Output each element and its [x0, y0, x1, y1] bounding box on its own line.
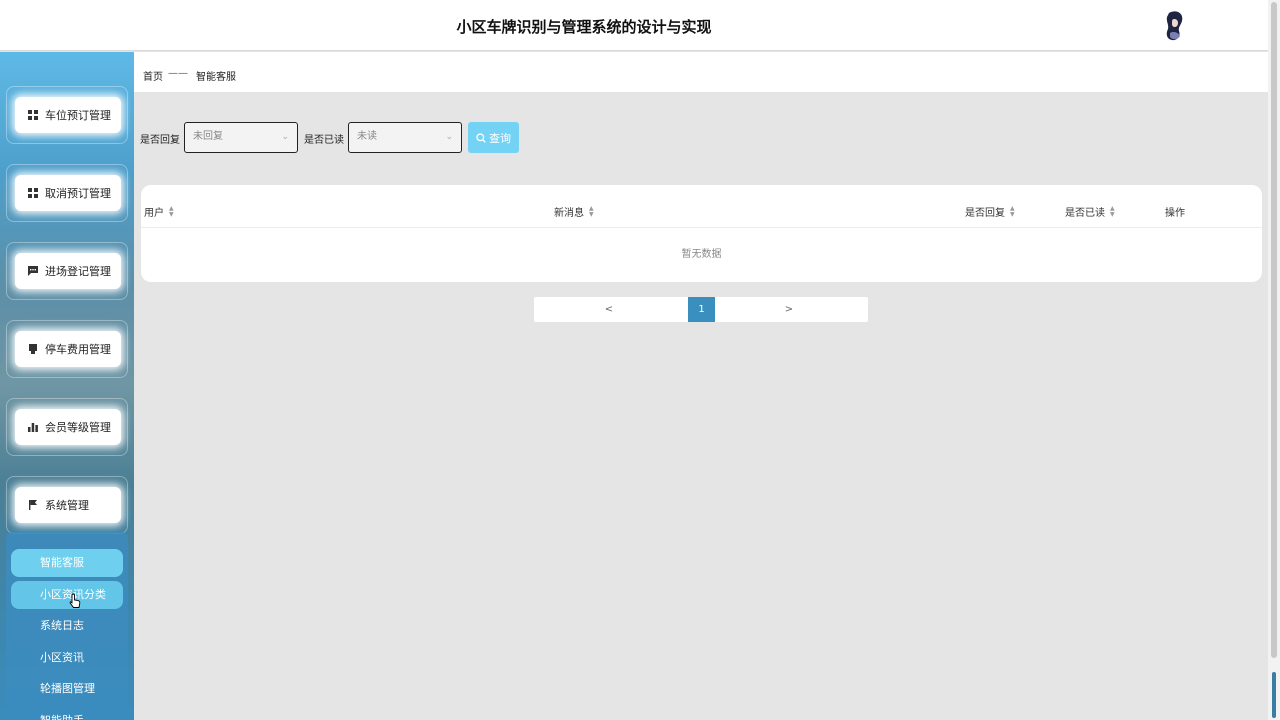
column-header-label: 操作 — [1165, 208, 1185, 219]
sort-icon[interactable]: ▲ ▼ — [589, 205, 594, 218]
submenu-item-community-news[interactable]: 小区资讯 — [11, 644, 123, 672]
sidebar-item-label: 系统管理 — [45, 499, 89, 512]
mouse-cursor-icon — [69, 593, 81, 612]
column-header-actions: 操作 — [1165, 204, 1185, 219]
sidebar-item-label: 会员等级管理 — [45, 421, 111, 434]
submenu-item-system-log[interactable]: 系统日志 — [11, 612, 123, 640]
empty-state-text: 暂无数据 — [681, 249, 722, 260]
read-filter-value: 未读 — [357, 131, 377, 142]
read-filter-label: 是否已读 — [304, 135, 344, 146]
sidebar-item-system[interactable]: 系统管理 — [15, 487, 121, 523]
message-table: 用户 ▲ ▼ 新消息 ▲ ▼ 是否回复 ▲ ▼ 是否已读 ▲ ▼ 操作 暂无数据 — [141, 185, 1262, 282]
sidebar-card-parking-booking: 车位预订管理 — [6, 86, 128, 144]
grid-icon — [27, 109, 39, 121]
column-header-replied[interactable]: 是否回复 ▲ ▼ — [965, 204, 1015, 219]
card-icon — [27, 343, 39, 355]
submenu-item-carousel[interactable]: 轮播图管理 — [11, 675, 123, 703]
sidebar-card-cancel-booking: 取消预订管理 — [6, 164, 128, 222]
breadcrumb-current: 智能客服 — [196, 72, 236, 83]
column-header-new-message[interactable]: 新消息 ▲ ▼ — [554, 204, 594, 219]
sidebar-card-system: 系统管理 — [6, 476, 128, 534]
column-header-read[interactable]: 是否已读 ▲ ▼ — [1065, 204, 1115, 219]
top-header: 小区车牌识别与管理系统的设计与实现 — [0, 0, 1268, 51]
column-header-label: 是否回复 — [965, 208, 1005, 219]
pagination: < 1 > — [534, 297, 868, 322]
sidebar-item-label: 车位预订管理 — [45, 109, 111, 122]
sort-icon[interactable]: ▲ ▼ — [169, 205, 174, 218]
scrollbar-thumb[interactable] — [1271, 2, 1277, 658]
column-header-label: 用户 — [144, 208, 164, 219]
submenu-item-smart-service[interactable]: 智能客服 — [11, 549, 123, 577]
sidebar-item-label: 停车费用管理 — [45, 343, 111, 356]
submenu-item-news-category[interactable]: 小区资讯分类 — [11, 581, 123, 609]
sidebar-item-cancel-booking[interactable]: 取消预订管理 — [15, 175, 121, 211]
sidebar-item-parking-fee[interactable]: 停车费用管理 — [15, 331, 121, 367]
chevron-down-icon: ⌄ — [445, 132, 453, 142]
breadcrumb-separator: —— — [168, 68, 188, 79]
vertical-scrollbar[interactable] — [1268, 0, 1280, 720]
breadcrumb: 首页 —— 智能客服 — [134, 52, 1268, 92]
bar-chart-icon — [27, 421, 39, 433]
sort-icon[interactable]: ▲ ▼ — [1110, 205, 1115, 218]
page-number-current[interactable]: 1 — [688, 297, 715, 322]
sidebar-item-label: 进场登记管理 — [45, 265, 111, 278]
breadcrumb-home[interactable]: 首页 — [143, 68, 163, 83]
column-header-user[interactable]: 用户 ▲ ▼ — [144, 204, 174, 219]
submenu-item-smart-assistant[interactable]: 智能助手 — [11, 707, 123, 720]
table-divider — [141, 227, 1262, 228]
sort-icon[interactable]: ▲ ▼ — [1010, 205, 1015, 218]
prev-page-button[interactable]: < — [594, 297, 624, 322]
sidebar-card-parking-fee: 停车费用管理 — [6, 320, 128, 378]
user-avatar-icon[interactable] — [1160, 9, 1190, 43]
query-button[interactable]: 查询 — [468, 122, 519, 153]
sidebar-item-entry-registration[interactable]: 进场登记管理 — [15, 253, 121, 289]
search-icon — [476, 132, 486, 143]
column-header-label: 新消息 — [554, 208, 584, 219]
message-icon — [27, 265, 39, 277]
replied-filter-select[interactable]: 未回复 ⌄ — [184, 122, 298, 153]
sidebar-card-entry-registration: 进场登记管理 — [6, 242, 128, 300]
read-filter-select[interactable]: 未读 ⌄ — [348, 122, 462, 153]
sidebar-item-parking-booking[interactable]: 车位预订管理 — [15, 97, 121, 133]
sidebar-item-member-level[interactable]: 会员等级管理 — [15, 409, 121, 445]
grid-icon — [27, 187, 39, 199]
next-page-button[interactable]: > — [774, 297, 804, 322]
sidebar-card-member-level: 会员等级管理 — [6, 398, 128, 456]
system-submenu: 智能客服 小区资讯分类 系统日志 小区资讯 轮播图管理 智能助手 — [6, 532, 128, 720]
flag-icon — [27, 499, 39, 511]
page-title: 小区车牌识别与管理系统的设计与实现 — [456, 18, 712, 36]
replied-filter-value: 未回复 — [193, 131, 223, 142]
sidebar-item-label: 取消预订管理 — [45, 187, 111, 200]
query-button-label: 查询 — [489, 131, 511, 145]
column-header-label: 是否已读 — [1065, 208, 1105, 219]
replied-filter-label: 是否回复 — [140, 135, 180, 146]
chevron-down-icon: ⌄ — [281, 132, 289, 142]
sidebar: 车位预订管理 取消预订管理 进场登记管理 停车费用管理 会员等级管理 系统管理 … — [0, 52, 134, 720]
scroll-indicator-icon — [1272, 672, 1276, 718]
